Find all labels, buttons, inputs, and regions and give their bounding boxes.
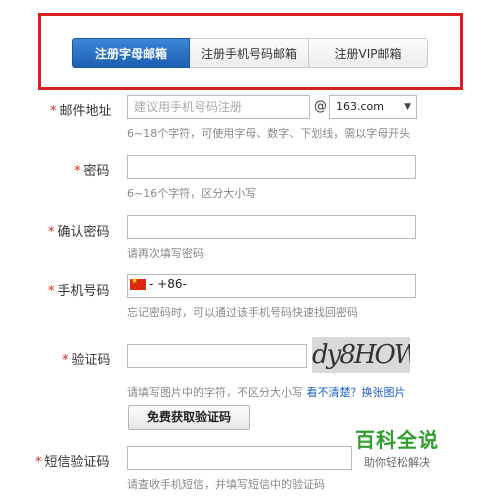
- sms-code-hint: 请查收手机短信，并填写短信中的验证码: [127, 478, 325, 491]
- required-star: *: [35, 455, 42, 470]
- watermark-title: 百科全说: [355, 428, 439, 452]
- get-sms-code-button[interactable]: 免费获取验证码: [128, 405, 250, 430]
- email-hint: 6~18个字符，可使用字母、数字、下划线，需以字母开头: [127, 127, 411, 140]
- phone-label-text: 手机号码: [57, 284, 110, 299]
- required-star: *: [74, 164, 81, 179]
- confirm-password-input[interactable]: [127, 215, 416, 239]
- password-input[interactable]: [127, 155, 416, 179]
- captcha-hint: 请填写图片中的字符，不区分大小写 看不清楚？换张图片: [127, 384, 406, 400]
- captcha-label: * 验证码: [62, 349, 111, 368]
- tab-vip-email[interactable]: 注册VIP邮箱: [309, 38, 428, 68]
- captcha-image[interactable]: dy8HOW: [312, 337, 410, 373]
- watermark: 百科全说 助你轻松解决: [355, 424, 439, 470]
- tab-bar: 注册字母邮箱 注册手机号码邮箱 注册VIP邮箱: [72, 38, 428, 68]
- captcha-label-text: 验证码: [71, 353, 111, 368]
- captcha-hint-text: 请填写图片中的字符，不区分大小写: [127, 386, 303, 399]
- chevron-down-icon: ▼: [404, 102, 411, 112]
- required-star: *: [50, 104, 57, 119]
- refresh-captcha-link[interactable]: 看不清楚？换张图片: [307, 386, 406, 399]
- watermark-subtitle: 助你轻松解决: [364, 456, 430, 469]
- tab-letter-email[interactable]: 注册字母邮箱: [72, 38, 190, 68]
- china-flag-icon: [130, 276, 146, 290]
- at-sign: @: [314, 99, 327, 114]
- phone-hint: 忘记密码时，可以通过该手机号码快速找回密码: [127, 306, 358, 319]
- phone-prefix[interactable]: - +86-: [130, 276, 187, 291]
- required-star: *: [48, 225, 55, 240]
- required-star: *: [48, 284, 55, 299]
- email-input[interactable]: 建议用手机号码注册: [127, 95, 310, 119]
- captcha-input[interactable]: [127, 344, 307, 368]
- password-hint: 6~16个字符，区分大小写: [127, 187, 257, 200]
- sms-label-text: 短信验证码: [44, 455, 110, 470]
- domain-select[interactable]: 163.com ▼: [329, 95, 417, 119]
- confirm-password-label: * 确认密码: [48, 221, 110, 240]
- password-label: * 密码: [74, 160, 110, 179]
- confirm-label-text: 确认密码: [57, 225, 110, 240]
- sms-code-input[interactable]: [127, 446, 352, 470]
- email-label: * 邮件地址: [50, 100, 112, 119]
- domain-value: 163.com: [336, 100, 384, 113]
- required-star: *: [62, 353, 69, 368]
- tab-mobile-email[interactable]: 注册手机号码邮箱: [190, 38, 309, 68]
- country-code: - +86-: [149, 277, 187, 291]
- email-label-text: 邮件地址: [59, 104, 112, 119]
- sms-code-label: * 短信验证码: [35, 451, 110, 470]
- phone-label: * 手机号码: [48, 280, 110, 299]
- confirm-password-hint: 请再次填写密码: [127, 247, 204, 260]
- password-label-text: 密码: [83, 164, 110, 179]
